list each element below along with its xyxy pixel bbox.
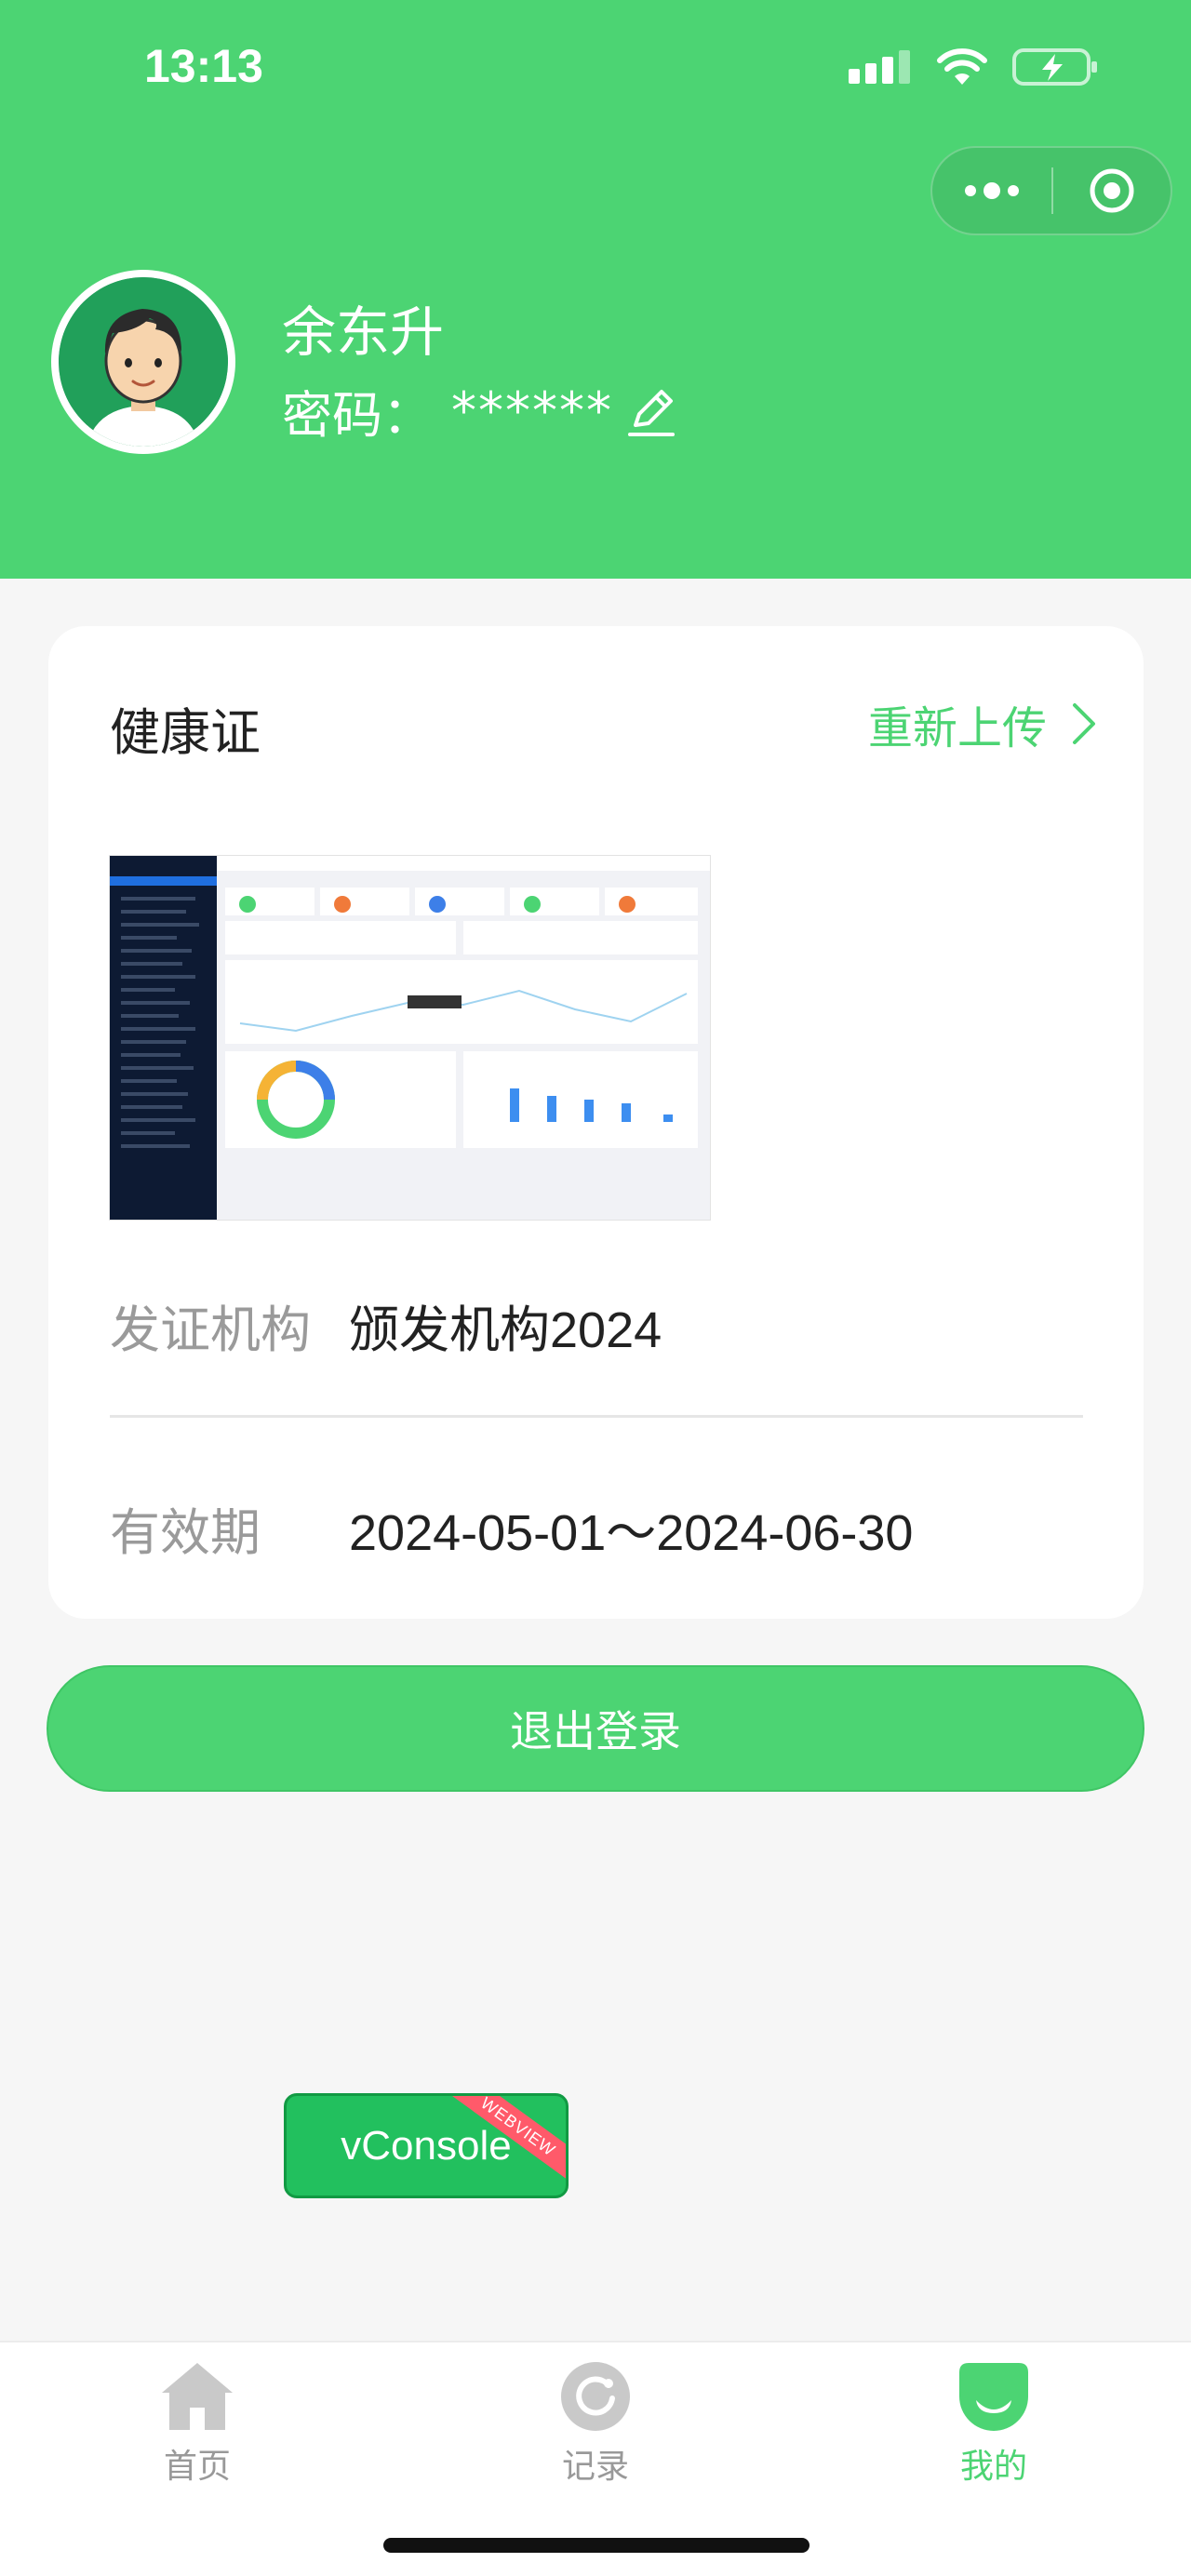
password-value: ****** <box>451 381 613 440</box>
profile-header: 13:13 余东升 密码： ****** <box>0 0 1191 579</box>
issuer-value: 颁发机构2024 <box>349 1302 662 1358</box>
tab-mine[interactable]: 我的 <box>901 2361 1087 2488</box>
password-label: 密码： <box>282 386 433 445</box>
tab-home[interactable]: 首页 <box>104 2361 290 2488</box>
tab-record[interactable]: 记录 <box>502 2361 689 2488</box>
mine-icon <box>959 2363 1028 2431</box>
avatar-face-icon <box>59 277 228 447</box>
avatar[interactable] <box>51 270 235 454</box>
home-icon <box>162 2363 233 2430</box>
card-title: 健康证 <box>110 703 261 762</box>
tab-home-label: 首页 <box>163 2448 231 2486</box>
vconsole-label: vConsole <box>341 2122 512 2169</box>
edit-icon[interactable] <box>626 384 676 438</box>
miniprogram-capsule <box>930 146 1172 235</box>
issuer-label: 发证机构 <box>110 1301 311 1359</box>
signal-icon <box>849 50 910 84</box>
password-row: 密码： ****** <box>282 374 676 447</box>
divider <box>110 1415 1083 1418</box>
reupload-button[interactable]: 重新上传 <box>868 691 1097 756</box>
health-certificate-card: 健康证 重新上传 发证机构 颁发机构2024 有效期 2024-05-01～20… <box>48 626 1144 1619</box>
close-miniprogram-button[interactable] <box>1053 148 1171 234</box>
certificate-thumbnail <box>110 856 710 1220</box>
more-button[interactable] <box>932 148 1051 234</box>
validity-label: 有效期 <box>110 1503 261 1562</box>
vconsole-button[interactable]: vConsole WEBVIEW <box>284 2093 569 2198</box>
status-icons <box>849 47 1098 87</box>
target-icon <box>1090 168 1134 213</box>
validity-value: 2024-05-01～2024-06-30 <box>349 1505 914 1561</box>
certificate-image[interactable] <box>109 855 711 1221</box>
user-name: 余东升 <box>282 300 445 364</box>
battery-icon <box>1012 48 1097 86</box>
home-indicator <box>383 2538 810 2553</box>
tab-record-label: 记录 <box>561 2448 629 2486</box>
tab-mine-label: 我的 <box>959 2448 1027 2486</box>
record-icon <box>561 2362 630 2431</box>
chevron-right-icon <box>1073 703 1095 744</box>
reupload-label: 重新上传 <box>867 702 1047 754</box>
status-time: 13:13 <box>144 40 263 92</box>
logout-button[interactable]: 退出登录 <box>47 1665 1144 1792</box>
wifi-icon <box>937 48 987 85</box>
